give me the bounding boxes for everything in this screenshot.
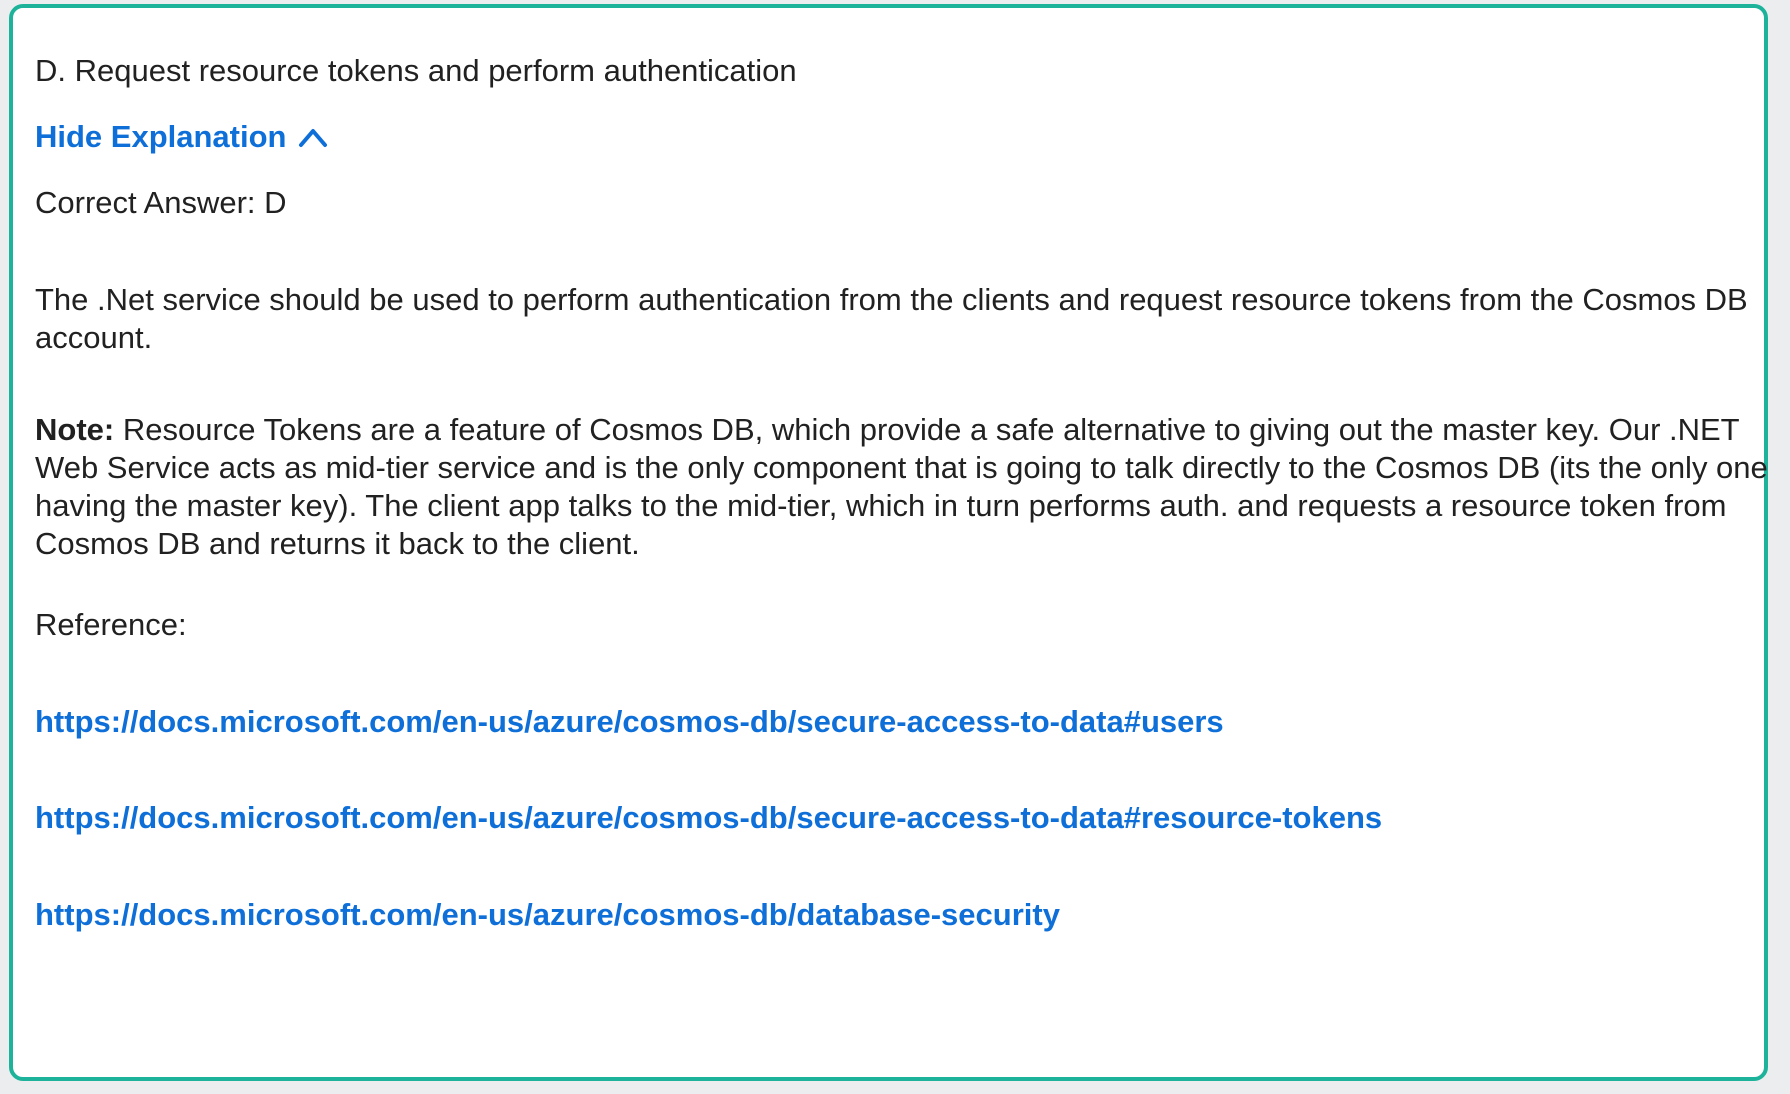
explanation-toggle-row: Hide Explanation bbox=[35, 118, 328, 156]
reference-link[interactable]: https://docs.microsoft.com/en-us/azure/c… bbox=[35, 799, 1382, 837]
explanation-text: The .Net service should be used to perfo… bbox=[35, 282, 1748, 355]
reference-link[interactable]: https://docs.microsoft.com/en-us/azure/c… bbox=[35, 896, 1060, 934]
note-paragraph: Note: Resource Tokens are a feature of C… bbox=[35, 411, 1770, 563]
hide-explanation-button[interactable]: Hide Explanation bbox=[35, 118, 328, 156]
chevron-up-icon bbox=[299, 129, 328, 147]
reference-label: Reference: bbox=[35, 607, 187, 642]
card-content: D. Request resource tokens and perform a… bbox=[35, 8, 1768, 1077]
hide-explanation-label: Hide Explanation bbox=[35, 119, 287, 154]
answer-option: D. Request resource tokens and perform a… bbox=[35, 53, 797, 88]
correct-answer: Correct Answer: D bbox=[35, 185, 287, 220]
reference-link[interactable]: https://docs.microsoft.com/en-us/azure/c… bbox=[35, 703, 1224, 741]
note-text: Resource Tokens are a feature of Cosmos … bbox=[35, 412, 1768, 561]
note-label: Note: bbox=[35, 412, 115, 447]
explanation-card: D. Request resource tokens and perform a… bbox=[9, 4, 1768, 1081]
